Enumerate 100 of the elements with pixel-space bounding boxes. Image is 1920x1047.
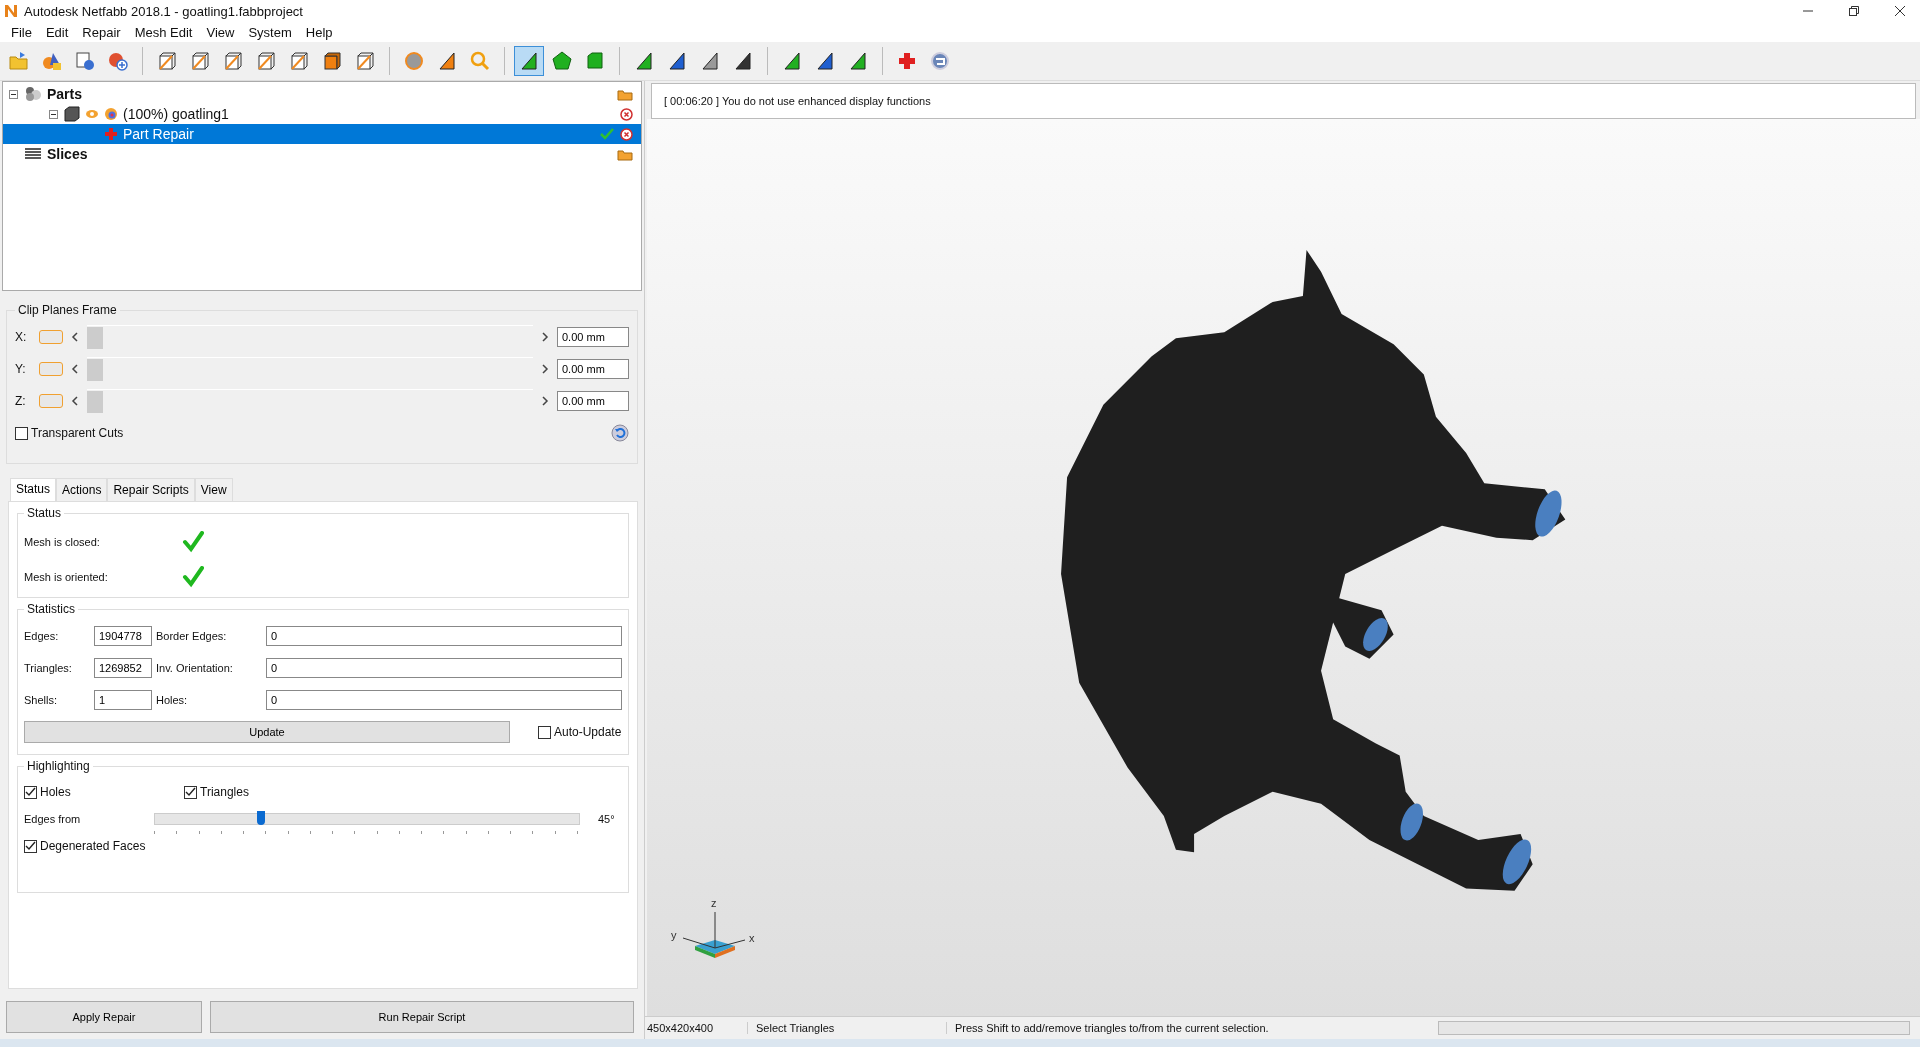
status-label: Mesh is closed: xyxy=(24,535,101,548)
reset-icon[interactable] xyxy=(611,424,629,442)
restore-icon[interactable] xyxy=(1848,5,1860,17)
slider-value: 45° xyxy=(598,813,615,825)
checkbox[interactable]: Triangles xyxy=(184,785,344,799)
axis-label: Y: xyxy=(15,362,27,376)
status-mode: Select Triangles xyxy=(748,1022,947,1034)
checkmark-icon xyxy=(185,786,196,798)
status-label: Mesh is oriented: xyxy=(24,570,109,583)
checkbox[interactable]: Holes xyxy=(24,785,184,799)
tab[interactable]: Actions xyxy=(56,478,108,501)
triangle-icon xyxy=(732,50,754,72)
cube-icon xyxy=(189,50,211,72)
close-icon[interactable] xyxy=(620,127,633,141)
search-icon xyxy=(469,50,491,72)
field-label: Border Edges: xyxy=(156,630,228,642)
collapse-icon[interactable] xyxy=(49,109,59,119)
value-field[interactable]: 1904778 xyxy=(94,626,152,646)
checkbox[interactable]: Transparent Cuts xyxy=(15,426,124,440)
cube-icon xyxy=(321,50,343,72)
tree-item[interactable]: (100%) goatling1 xyxy=(3,104,641,124)
spheres-icon xyxy=(24,86,42,102)
menu-item[interactable]: Help xyxy=(298,24,340,40)
triangle-icon xyxy=(781,50,803,72)
color-wheel-icon[interactable] xyxy=(104,107,118,121)
value-field[interactable]: 0.00 mm xyxy=(557,359,629,379)
triangle-icon xyxy=(699,50,721,72)
value-field[interactable]: 0 xyxy=(266,626,622,646)
status-dimensions: 450x420x400 xyxy=(645,1022,748,1034)
menu-item[interactable]: Mesh Edit xyxy=(127,24,200,40)
add-icon xyxy=(107,50,129,72)
axis-label: x xyxy=(749,932,755,944)
clip-slider[interactable] xyxy=(87,324,533,350)
folder-icon[interactable] xyxy=(617,147,633,161)
cube-icon xyxy=(288,50,310,72)
app-logo-icon xyxy=(4,4,18,18)
axis-label: y xyxy=(671,929,677,941)
cube-icon xyxy=(354,50,376,72)
window-title: Autodesk Netfabb 2018.1 - goatling1.fabbproject xyxy=(24,3,303,19)
clip-toggle[interactable] xyxy=(39,394,63,408)
folder-icon[interactable] xyxy=(617,87,633,101)
checkbox[interactable]: Degenerated Faces xyxy=(24,839,622,853)
action-button[interactable]: Apply Repair xyxy=(6,1001,202,1033)
collapse-icon[interactable] xyxy=(9,89,19,99)
tab[interactable]: View xyxy=(194,478,233,501)
angle-slider[interactable] xyxy=(154,813,580,825)
pentagon-icon xyxy=(551,50,573,72)
list-icon xyxy=(24,147,42,161)
cube-icon xyxy=(156,50,178,72)
field-label: Triangles: xyxy=(24,662,73,674)
tab[interactable]: Status xyxy=(10,478,57,501)
info-icon xyxy=(74,50,96,72)
sphere-icon xyxy=(403,50,425,72)
menu-item[interactable]: View xyxy=(199,24,242,40)
tab[interactable]: Repair Scripts xyxy=(107,478,195,501)
tree-label: Slices xyxy=(47,146,88,162)
value-field[interactable]: 1269852 xyxy=(94,658,152,678)
field-label: Inv. Orientation: xyxy=(156,662,234,674)
axis-label: Z: xyxy=(15,394,27,408)
checkmark-icon xyxy=(25,786,36,798)
folder-icon xyxy=(8,50,30,72)
update-button[interactable]: Update xyxy=(24,721,510,743)
checkbox[interactable]: Auto-Update xyxy=(538,725,622,739)
menu-item[interactable]: File xyxy=(4,24,39,40)
checkmark-icon xyxy=(25,840,36,852)
tree-item[interactable]: Part Repair xyxy=(3,124,641,144)
field-label: Holes: xyxy=(156,694,189,706)
menu-item[interactable]: System xyxy=(241,24,299,40)
value-field[interactable]: 0.00 mm xyxy=(557,391,629,411)
triangle-icon xyxy=(633,50,655,72)
group-title: Highlighting xyxy=(26,759,91,773)
axis-label: z xyxy=(711,897,717,909)
close-icon[interactable] xyxy=(1894,5,1906,17)
clip-slider[interactable] xyxy=(87,356,533,382)
tree-label: (100%) goatling1 xyxy=(123,106,229,122)
cube-icon xyxy=(64,106,80,122)
clip-slider[interactable] xyxy=(87,388,533,414)
field-label: Edges: xyxy=(24,630,60,642)
menu-item[interactable]: Edit xyxy=(38,24,76,40)
cube-icon xyxy=(222,50,244,72)
value-field[interactable]: 0 xyxy=(266,690,622,710)
value-field[interactable]: 0 xyxy=(266,658,622,678)
value-field[interactable]: 0.00 mm xyxy=(557,327,629,347)
tree-item[interactable]: Parts xyxy=(3,84,641,104)
cross-icon xyxy=(896,50,918,72)
clip-toggle[interactable] xyxy=(39,362,63,376)
action-button[interactable]: Run Repair Script xyxy=(210,1001,634,1033)
triangle-icon xyxy=(814,50,836,72)
value-field[interactable]: 1 xyxy=(94,690,152,710)
clip-toggle[interactable] xyxy=(39,330,63,344)
triangle-icon xyxy=(847,50,869,72)
checkmark-icon[interactable] xyxy=(600,128,614,140)
axis-label: X: xyxy=(15,330,28,344)
group-title: Status xyxy=(26,506,63,520)
tree-item[interactable]: Slices xyxy=(3,144,641,164)
group-title: Statistics xyxy=(26,602,76,616)
menu-item[interactable]: Repair xyxy=(75,24,128,40)
cross-icon xyxy=(104,127,118,141)
status-hint: Press Shift to add/remove triangles to/from the current selection. xyxy=(954,1022,1270,1034)
field-label: Shells: xyxy=(24,694,59,706)
